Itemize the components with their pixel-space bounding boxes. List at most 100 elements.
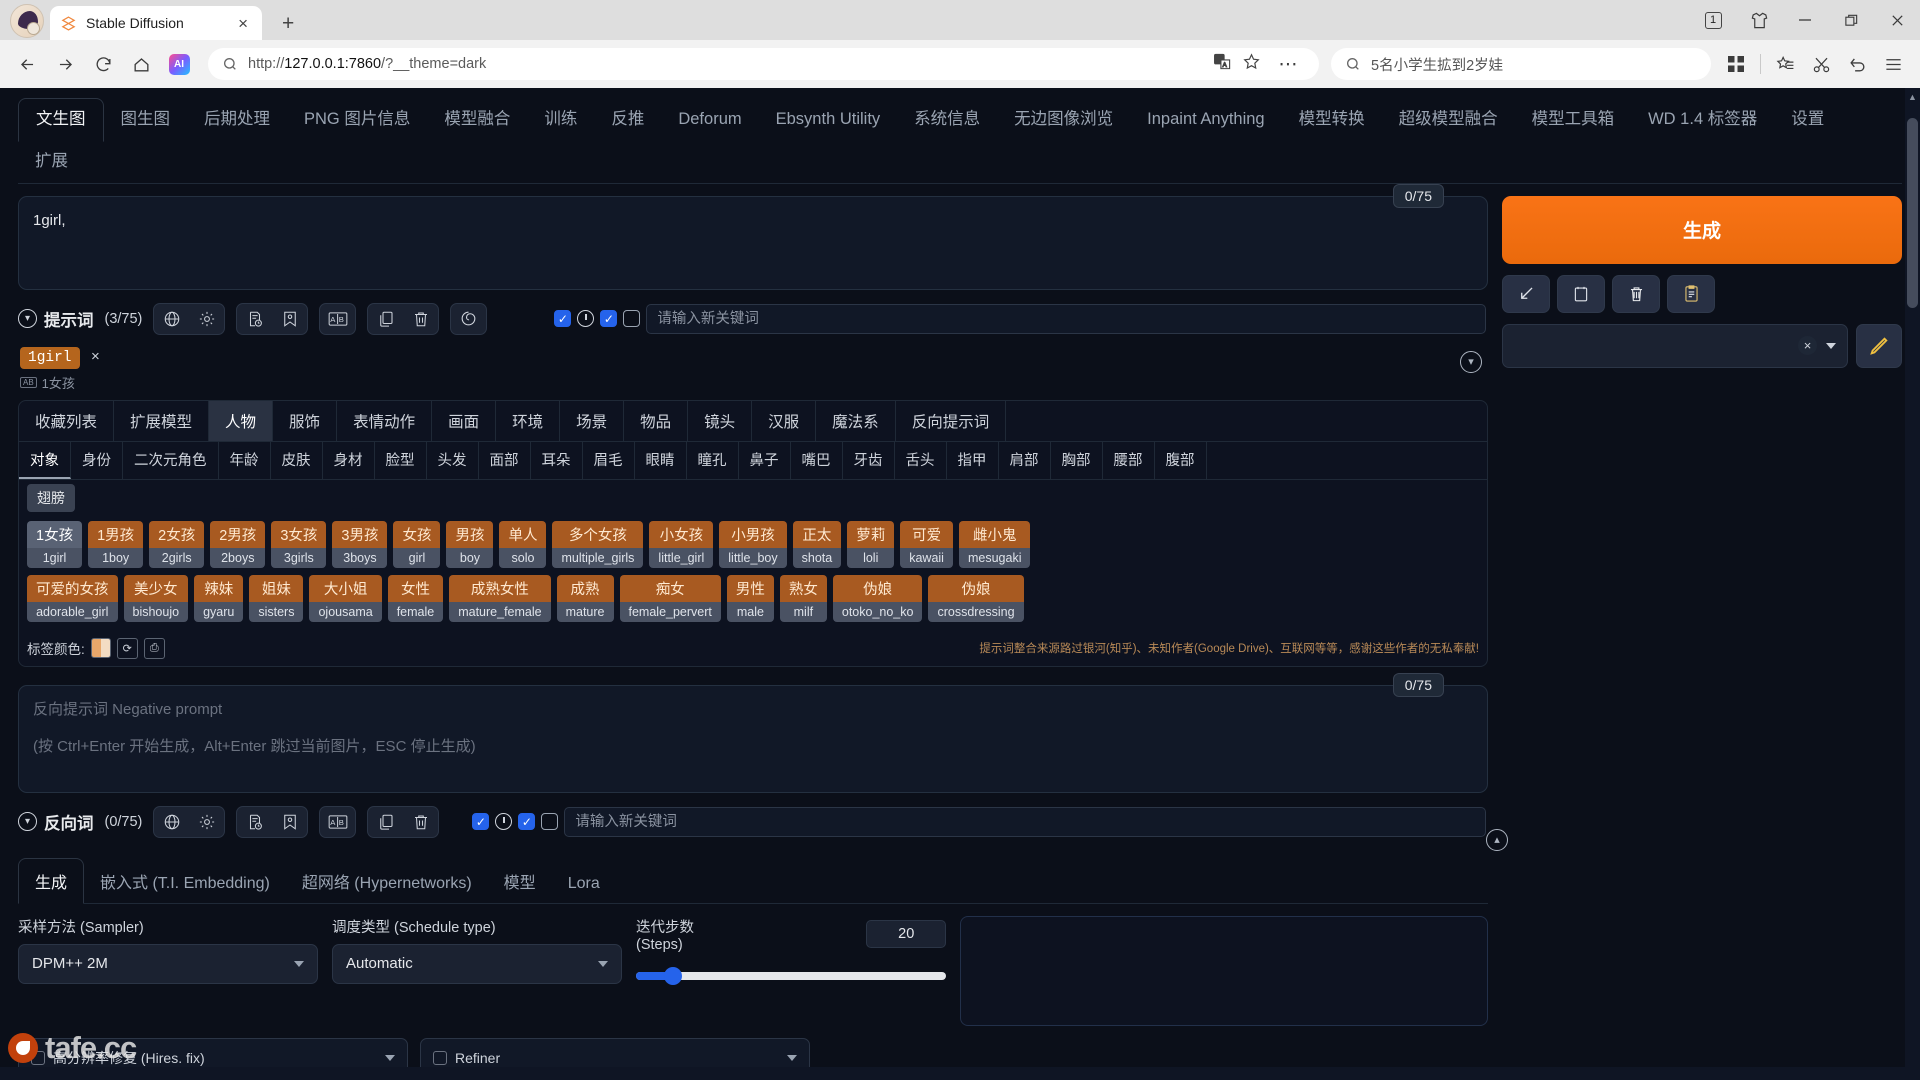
refiner-checkbox[interactable]: [433, 1050, 447, 1065]
tag-button-1girl[interactable]: 1女孩 1girl: [27, 520, 83, 568]
forward-icon[interactable]: [48, 47, 82, 81]
chevron-down-icon[interactable]: ▾: [18, 812, 37, 832]
reset-color-icon[interactable]: ⟳: [116, 637, 138, 659]
ai-assistant-icon[interactable]: AI: [162, 47, 196, 81]
new-keyword-input[interactable]: [646, 303, 1486, 334]
copy-icon[interactable]: [368, 304, 403, 334]
tab-checkpoint-merger[interactable]: 模型融合: [427, 99, 527, 141]
btab-lora[interactable]: Lora: [552, 865, 616, 903]
translate-icon[interactable]: 中 A: [1213, 52, 1232, 76]
keyword-checkbox-1[interactable]: ✓: [554, 310, 572, 328]
subcat-identity[interactable]: 身份: [71, 441, 123, 479]
tab-img2img[interactable]: 图生图: [104, 99, 188, 141]
tag-button-boy[interactable]: 男孩 boy: [446, 520, 494, 568]
tag-button-solo[interactable]: 单人 solo: [499, 520, 547, 568]
tab-interrogate[interactable]: 反推: [594, 99, 661, 141]
tab-infinite-browsing[interactable]: 无边图像浏览: [997, 99, 1130, 141]
subcat-skin[interactable]: 皮肤: [271, 441, 323, 479]
cat-negative-prompts[interactable]: 反向提示词: [896, 400, 1007, 441]
tab-model-toolkit[interactable]: 模型工具箱: [1515, 99, 1632, 141]
gear-icon[interactable]: [189, 807, 224, 837]
subcat-wings[interactable]: 翅膀: [27, 483, 75, 512]
subcat-anime-character[interactable]: 二次元角色: [123, 441, 219, 479]
cat-magic[interactable]: 魔法系: [816, 400, 896, 441]
tag-button-3boys[interactable]: 3男孩 3boys: [332, 520, 388, 568]
tab-ebsynth-utility[interactable]: Ebsynth Utility: [759, 99, 898, 141]
neg-keyword-checkbox-3[interactable]: ✓: [541, 813, 559, 831]
sampler-dropdown[interactable]: DPM++ 2M: [18, 943, 318, 984]
gear-icon[interactable]: [189, 304, 224, 334]
tab-wd14-tagger[interactable]: WD 1.4 标签器: [1631, 99, 1774, 141]
steps-slider-handle[interactable]: [664, 966, 683, 985]
bookmark-icon[interactable]: [272, 807, 307, 837]
clock-icon[interactable]: [577, 310, 595, 328]
document-clock-icon[interactable]: [237, 807, 272, 837]
tag-button-sisters[interactable]: 姐妹 sisters: [249, 574, 304, 622]
cat-clothing[interactable]: 服饰: [273, 400, 338, 441]
cat-picture[interactable]: 画面: [432, 400, 497, 441]
chevron-down-icon[interactable]: ▾: [18, 309, 37, 329]
star-icon[interactable]: [1242, 52, 1261, 76]
notepad-icon[interactable]: [1557, 274, 1605, 313]
tag-button-crossdressing[interactable]: 伪娘 crossdressing: [928, 574, 1024, 622]
schedule-dropdown[interactable]: Automatic: [332, 943, 622, 984]
tag-button-milf[interactable]: 熟女 milf: [779, 574, 827, 622]
scroll-up-icon[interactable]: ▲: [1906, 90, 1919, 104]
tag-button-adorable-girl[interactable]: 可爱的女孩 adorable_girl: [27, 574, 118, 622]
collapse-negative-icon[interactable]: ▴: [1486, 828, 1508, 851]
subcat-figure[interactable]: 身材: [323, 441, 375, 479]
tag-button-ojousama[interactable]: 大小姐 ojousama: [309, 574, 382, 622]
subcat-mouth[interactable]: 嘴巴: [791, 441, 843, 479]
tag-button-2boys[interactable]: 2男孩 2boys: [210, 520, 266, 568]
subcat-face-shape[interactable]: 脸型: [375, 441, 427, 479]
clock-icon[interactable]: [495, 813, 513, 831]
trash-icon[interactable]: [403, 304, 438, 334]
subcat-abdomen[interactable]: 腹部: [1155, 441, 1207, 479]
subcat-eyebrows[interactable]: 眉毛: [583, 441, 635, 479]
trash-icon[interactable]: [1612, 274, 1660, 313]
tag-button-male[interactable]: 男性 male: [726, 574, 774, 622]
subcat-tongue[interactable]: 舌头: [895, 441, 947, 479]
new-tab-button[interactable]: +: [274, 12, 302, 40]
more-options-icon[interactable]: ⋯: [1271, 47, 1305, 81]
arrow-down-left-icon[interactable]: [1502, 274, 1550, 313]
vertical-scrollbar[interactable]: ▲ ▼: [1905, 88, 1920, 1080]
subcat-shoulders[interactable]: 肩部: [999, 441, 1051, 479]
globe-icon[interactable]: [154, 807, 189, 837]
subcat-hair[interactable]: 头发: [427, 441, 479, 479]
subcat-age[interactable]: 年龄: [219, 441, 271, 479]
subcat-object[interactable]: 对象: [19, 441, 71, 479]
cat-environment[interactable]: 环境: [496, 400, 561, 441]
clipboard-icon[interactable]: [1667, 274, 1715, 313]
cat-hanfu[interactable]: 汉服: [752, 400, 817, 441]
tag-button-kawaii[interactable]: 可爱 kawaii: [900, 520, 953, 568]
subcat-teeth[interactable]: 牙齿: [843, 441, 895, 479]
subcat-nails[interactable]: 指甲: [947, 441, 999, 479]
keyword-checkbox-2[interactable]: ✓: [600, 310, 618, 328]
tab-count-badge[interactable]: 1: [1690, 0, 1736, 40]
undo-icon[interactable]: [1840, 47, 1874, 81]
subcat-nose[interactable]: 鼻子: [739, 441, 791, 479]
tag-button-2girls[interactable]: 2女孩 2girls: [149, 520, 205, 568]
tag-button-otoko-no-ko[interactable]: 伪娘 otoko_no_ko: [832, 574, 923, 622]
tag-chip-remove-icon[interactable]: ×: [91, 348, 100, 365]
star-plus-icon[interactable]: [1768, 47, 1802, 81]
keyword-checkbox-3[interactable]: ✓: [623, 310, 641, 328]
cat-expressions[interactable]: 表情动作: [337, 400, 433, 441]
maximize-button[interactable]: [1828, 0, 1874, 40]
scissors-icon[interactable]: [1804, 47, 1838, 81]
spiral-icon[interactable]: [451, 304, 486, 334]
subcat-face[interactable]: 面部: [479, 441, 531, 479]
scrollbar-thumb[interactable]: [1907, 118, 1918, 308]
btab-checkpoints[interactable]: 模型: [488, 859, 552, 903]
cat-extension-models[interactable]: 扩展模型: [114, 400, 210, 441]
cat-camera[interactable]: 镜头: [688, 400, 753, 441]
cat-objects[interactable]: 物品: [624, 400, 689, 441]
apps-grid-icon[interactable]: [1719, 47, 1753, 81]
chevron-down-icon[interactable]: [1826, 342, 1836, 349]
tab-supermerger[interactable]: 超级模型融合: [1382, 99, 1515, 141]
cat-favorites[interactable]: 收藏列表: [19, 400, 115, 441]
tab-deforum[interactable]: Deforum: [661, 99, 758, 141]
tag-button-3girls[interactable]: 3女孩 3girls: [271, 520, 327, 568]
tag-button-female[interactable]: 女性 female: [387, 574, 444, 622]
